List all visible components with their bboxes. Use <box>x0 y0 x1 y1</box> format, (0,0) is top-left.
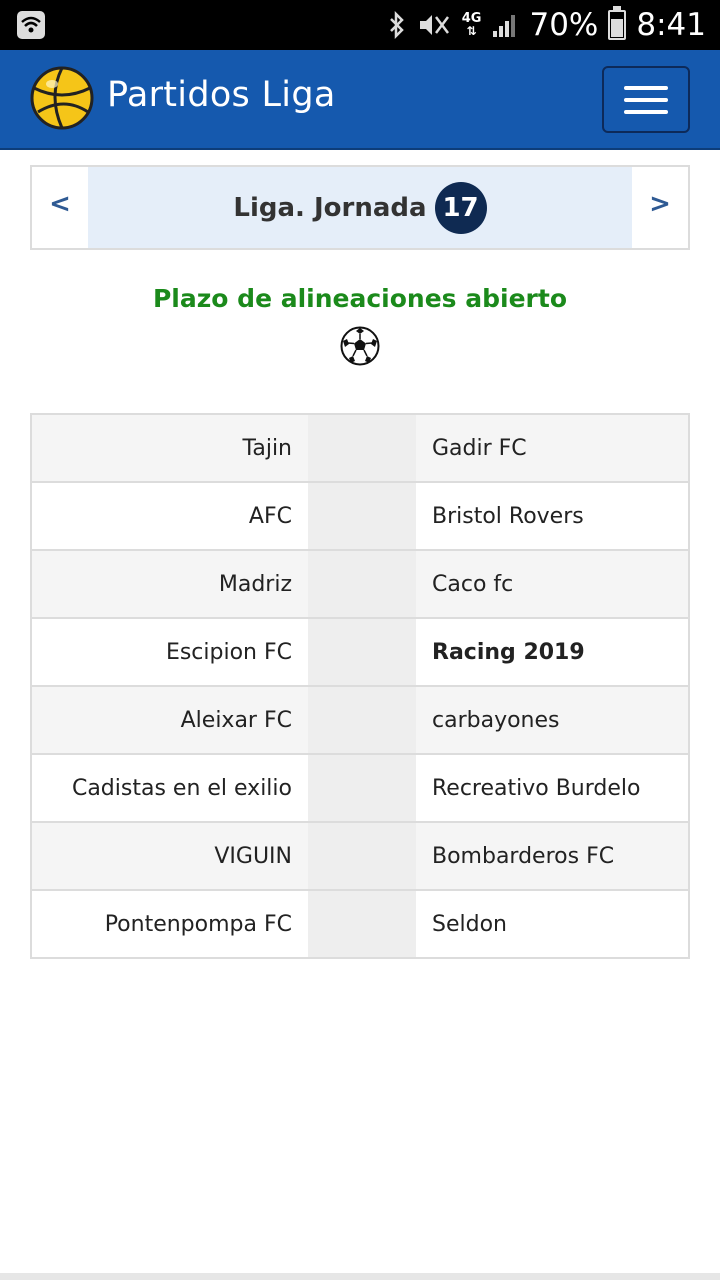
home-team[interactable]: Pontenpompa FC <box>32 891 308 957</box>
menu-bar <box>624 85 668 90</box>
match-row[interactable]: Pontenpompa FC Seldon <box>32 891 688 959</box>
away-team[interactable]: carbayones <box>416 687 688 753</box>
home-team[interactable]: Aleixar FC <box>32 687 308 753</box>
round-navigator: < Liga. Jornada 17 > <box>30 165 690 250</box>
volleyball-logo-icon[interactable] <box>30 66 94 130</box>
score-cell <box>308 551 416 617</box>
mute-vibrate-icon <box>416 11 452 39</box>
match-row[interactable]: AFC Bristol Rovers <box>32 483 688 551</box>
previous-round-button[interactable]: < <box>32 167 88 248</box>
clock: 8:41 <box>636 7 706 43</box>
score-cell <box>308 823 416 889</box>
network-4g-icon: 4G ⇅ <box>461 11 482 38</box>
signal-icon <box>491 11 519 39</box>
away-team[interactable]: Caco fc <box>416 551 688 617</box>
matches-table: Tajin Gadir FC AFC Bristol Rovers Madriz Caco… <box>30 413 690 959</box>
score-cell <box>308 891 416 957</box>
home-team[interactable]: VIGUIN <box>32 823 308 889</box>
match-row[interactable]: Madriz Caco fc <box>32 551 688 619</box>
away-team[interactable]: Gadir FC <box>416 415 688 481</box>
menu-bar <box>624 109 668 114</box>
menu-bar <box>624 97 668 102</box>
score-cell <box>308 619 416 685</box>
score-cell <box>308 483 416 549</box>
home-team[interactable]: Cadistas en el exilio <box>32 755 308 821</box>
score-cell <box>308 415 416 481</box>
score-cell <box>308 755 416 821</box>
home-team[interactable]: Escipion FC <box>32 619 308 685</box>
lineup-status-message: Plazo de alineaciones abierto <box>152 284 568 313</box>
battery-percent: 70% <box>529 7 599 43</box>
home-team[interactable]: Tajin <box>32 415 308 481</box>
round-selector[interactable]: Liga. Jornada 17 <box>88 167 632 248</box>
match-row[interactable]: Aleixar FC carbayones <box>32 687 688 755</box>
status-bar: 4G ⇅ 70% 8:41 <box>0 0 720 50</box>
app-title[interactable]: Partidos Liga <box>107 75 336 115</box>
round-label: Liga. Jornada <box>233 192 427 223</box>
bluetooth-icon <box>388 11 406 39</box>
wifi-calling-icon <box>16 10 46 40</box>
app-header: Partidos Liga <box>0 50 720 150</box>
round-number-badge: 17 <box>434 181 487 234</box>
home-team[interactable]: AFC <box>32 483 308 549</box>
battery-icon <box>608 6 627 40</box>
score-cell <box>308 687 416 753</box>
match-row[interactable]: Tajin Gadir FC <box>32 415 688 483</box>
home-team[interactable]: Madriz <box>32 551 308 617</box>
away-team[interactable]: Bombarderos FC <box>416 823 688 889</box>
match-row[interactable]: Escipion FC Racing 2019 <box>32 619 688 687</box>
hamburger-menu-icon[interactable] <box>602 66 690 133</box>
match-row[interactable]: Cadistas en el exilio Recreativo Burdelo <box>32 755 688 823</box>
away-team[interactable]: Recreativo Burdelo <box>416 755 688 821</box>
soccer-ball-icon <box>340 326 380 366</box>
away-team[interactable]: Bristol Rovers <box>416 483 688 549</box>
bottom-divider <box>0 1273 720 1280</box>
away-team[interactable]: Seldon <box>416 891 688 957</box>
away-team[interactable]: Racing 2019 <box>416 619 688 685</box>
match-row[interactable]: VIGUIN Bombarderos FC <box>32 823 688 891</box>
next-round-button[interactable]: > <box>632 167 688 248</box>
